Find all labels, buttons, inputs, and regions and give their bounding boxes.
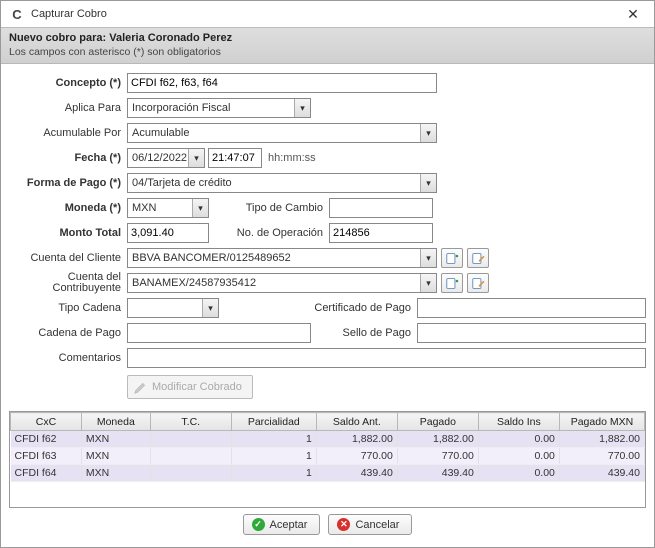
col-pagado[interactable]: Pagado [397,413,478,431]
table-row[interactable]: CFDI f64MXN1439.40439.400.00439.40 [11,465,645,482]
label-tipo-cambio: Tipo de Cambio [209,202,329,214]
chevron-down-icon[interactable]: ▾ [420,174,436,192]
add-account-button-2[interactable] [441,273,463,293]
label-no-operacion: No. de Operación [209,227,329,239]
label-cuenta-cliente: Cuenta del Cliente [9,252,127,264]
add-account-button[interactable] [441,248,463,268]
edit-account-button-2[interactable] [467,273,489,293]
col-moneda[interactable]: Moneda [81,413,150,431]
col-saldo-ins[interactable]: Saldo Ins [478,413,559,431]
chevron-down-icon[interactable]: ▾ [202,299,218,317]
label-concepto: Concepto (*) [9,77,127,89]
moneda-select[interactable]: MXN ▾ [127,198,209,218]
hora-input[interactable] [208,148,262,168]
label-comentarios: Comentarios [9,352,127,364]
close-button[interactable]: ✕ [618,4,648,24]
payments-grid[interactable]: CxC Moneda T.C. Parcialidad Saldo Ant. P… [9,411,646,508]
chevron-down-icon[interactable]: ▾ [420,249,436,267]
tipo-cadena-select[interactable]: ▾ [127,298,219,318]
app-icon: C [9,6,25,22]
modificar-cobrado-button: Modificar Cobrado [127,375,253,399]
check-icon: ✓ [252,518,265,531]
col-tc[interactable]: T.C. [150,413,231,431]
col-parcialidad[interactable]: Parcialidad [231,413,316,431]
edit-account-button[interactable] [467,248,489,268]
table-row[interactable]: CFDI f63MXN1770.00770.000.00770.00 [11,448,645,465]
fecha-input[interactable]: 06/12/2022 ▾ [127,148,205,168]
chevron-down-icon[interactable]: ▾ [188,149,204,167]
label-acumulable-por: Acumulable Por [9,127,127,139]
tipo-cambio-input[interactable] [329,198,433,218]
header-prefix: Nuevo cobro para: [9,32,109,44]
comentarios-input[interactable] [127,348,646,368]
chevron-down-icon[interactable]: ▾ [420,274,436,292]
aplica-para-select[interactable]: Incorporación Fiscal ▾ [127,98,311,118]
certificado-pago-input[interactable] [417,298,646,318]
form-area: Concepto (*) Aplica Para Incorporación F… [1,64,654,407]
label-aplica-para: Aplica Para [9,102,127,114]
label-forma-pago: Forma de Pago (*) [9,177,127,189]
table-row[interactable]: CFDI f62MXN11,882.001,882.000.001,882.00 [11,431,645,448]
label-hhmmss: hh:mm:ss [268,152,316,164]
label-moneda: Moneda (*) [9,202,127,214]
chevron-down-icon[interactable]: ▾ [420,124,436,142]
table-header-row: CxC Moneda T.C. Parcialidad Saldo Ant. P… [11,413,645,431]
col-cxc[interactable]: CxC [11,413,82,431]
label-fecha: Fecha (*) [9,152,127,164]
dialog-footer: ✓ Aceptar ✕ Cancelar [1,514,654,547]
col-pagado-mxn[interactable]: Pagado MXN [559,413,644,431]
label-monto-total: Monto Total [9,227,127,239]
edit-icon [134,380,148,394]
chevron-down-icon[interactable]: ▾ [294,99,310,117]
label-sello-pago: Sello de Pago [311,327,417,339]
monto-total-input[interactable] [127,223,209,243]
accept-button[interactable]: ✓ Aceptar [243,514,321,535]
concepto-input[interactable] [127,73,437,93]
chevron-down-icon[interactable]: ▾ [192,199,208,217]
forma-pago-select[interactable]: 04/Tarjeta de crédito ▾ [127,173,437,193]
label-cadena-pago: Cadena de Pago [9,327,127,339]
label-cuenta-contribuyente: Cuenta del Contribuyente [9,272,127,294]
acumulable-por-select[interactable]: Acumulable ▾ [127,123,437,143]
cancel-icon: ✕ [337,518,350,531]
label-tipo-cadena: Tipo Cadena [9,302,127,314]
no-operacion-input[interactable] [329,223,433,243]
title-bar: C Capturar Cobro ✕ [1,1,654,28]
header-banner: Nuevo cobro para: Valeria Coronado Perez… [1,28,654,64]
label-certificado-pago: Certificado de Pago [219,302,417,314]
cancel-button[interactable]: ✕ Cancelar [328,514,412,535]
window-title: Capturar Cobro [31,8,618,20]
cuenta-cliente-select[interactable]: BBVA BANCOMER/0125489652 ▾ [127,248,437,268]
header-hint: Los campos con asterisco (*) son obligat… [9,46,646,58]
cuenta-contribuyente-select[interactable]: BANAMEX/24587935412 ▾ [127,273,437,293]
header-customer: Valeria Coronado Perez [109,32,232,44]
dialog-capturar-cobro: C Capturar Cobro ✕ Nuevo cobro para: Val… [0,0,655,548]
sello-pago-input[interactable] [417,323,646,343]
col-saldo-ant[interactable]: Saldo Ant. [316,413,397,431]
cadena-pago-input[interactable] [127,323,311,343]
